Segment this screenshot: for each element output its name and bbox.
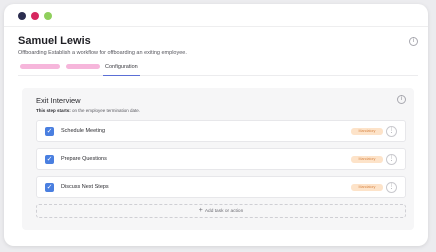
more-options-icon[interactable]: ⋮	[386, 126, 397, 137]
task-row[interactable]: ✓ Schedule Meeting Mandatory ⋮	[36, 120, 406, 142]
mandatory-badge: Mandatory	[351, 156, 383, 163]
window-close-dot[interactable]	[18, 12, 26, 20]
window-titlebar	[4, 4, 428, 27]
task-label: Schedule Meeting	[61, 128, 106, 134]
page-subtitle: Offboarding Establish a workflow for off…	[18, 50, 187, 56]
plus-icon: +	[198, 207, 203, 214]
checkbox-checked-icon[interactable]: ✓	[45, 127, 54, 136]
more-options-icon[interactable]: ⋮	[386, 154, 397, 165]
more-options-icon[interactable]: ⋮	[386, 182, 397, 193]
add-task-button[interactable]: + Add task or action	[36, 204, 406, 218]
tab-bar: Configuration	[18, 62, 418, 76]
add-task-content: + Add task or action	[37, 205, 405, 217]
panel-description: This step starts: on the employee termin…	[36, 108, 140, 113]
mandatory-badge: Mandatory	[351, 128, 383, 135]
exit-interview-panel: Exit Interview This step starts: on the …	[22, 88, 414, 230]
tab-configuration[interactable]: Configuration	[103, 62, 140, 76]
checkbox-checked-icon[interactable]: ✓	[45, 155, 54, 164]
tab-placeholder-1[interactable]	[20, 64, 60, 69]
mandatory-badge: Mandatory	[351, 184, 383, 191]
app-window: Samuel Lewis Offboarding Establish a wor…	[4, 4, 428, 246]
header-info-icon[interactable]: i	[409, 37, 418, 46]
window-minimize-dot[interactable]	[31, 12, 39, 20]
panel-description-text: on the employee termination date.	[70, 108, 141, 113]
panel-title: Exit Interview	[36, 96, 81, 105]
page-title: Samuel Lewis	[18, 35, 91, 47]
tab-placeholder-2[interactable]	[66, 64, 100, 69]
task-label: Discuss Next Steps	[61, 184, 109, 190]
add-task-label: Add task or action	[204, 209, 244, 214]
task-label: Prepare Questions	[61, 156, 107, 162]
task-row[interactable]: ✓ Discuss Next Steps Mandatory ⋮	[36, 176, 406, 198]
panel-description-label: This step starts:	[36, 108, 71, 113]
tab-divider	[18, 75, 418, 76]
task-row[interactable]: ✓ Prepare Questions Mandatory ⋮	[36, 148, 406, 170]
panel-info-icon[interactable]: i	[397, 95, 406, 104]
checkbox-checked-icon[interactable]: ✓	[45, 183, 54, 192]
window-maximize-dot[interactable]	[44, 12, 52, 20]
